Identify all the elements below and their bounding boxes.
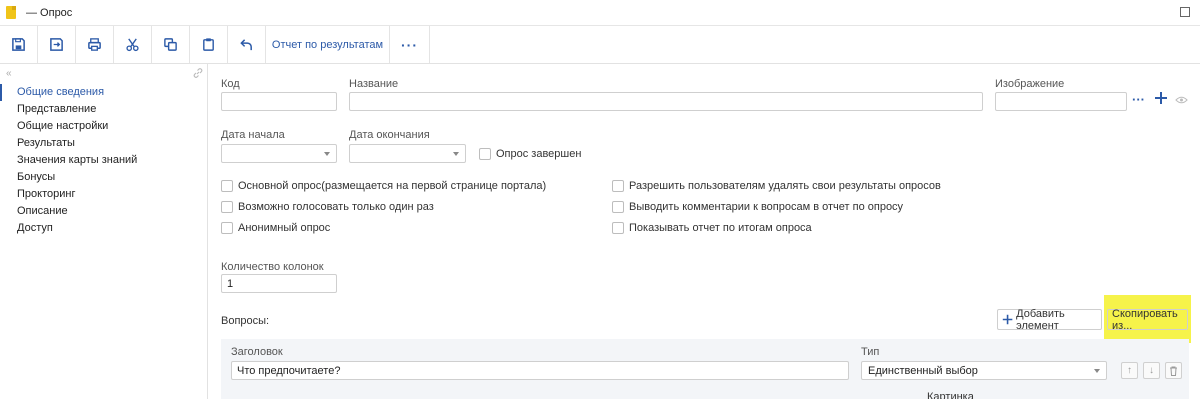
columns-input[interactable]: 1 bbox=[221, 274, 337, 293]
comments-report-checkbox[interactable] bbox=[612, 201, 624, 213]
sidebar-item-settings[interactable]: Общие настройки bbox=[0, 118, 207, 135]
code-label: Код bbox=[221, 78, 240, 90]
collapse-icon[interactable]: « bbox=[6, 68, 12, 79]
name-label: Название bbox=[349, 78, 399, 90]
save-icon bbox=[12, 38, 25, 51]
sidebar-item-results[interactable]: Результаты bbox=[0, 135, 207, 152]
cut-icon bbox=[126, 38, 139, 52]
paste-button[interactable] bbox=[190, 26, 228, 63]
comments-report-label: Выводить комментарии к вопросам в отчет … bbox=[629, 201, 904, 213]
delete-button[interactable] bbox=[1165, 362, 1182, 379]
add-image-icon[interactable] bbox=[1154, 91, 1168, 105]
move-up-button[interactable]: ↑ bbox=[1121, 362, 1138, 379]
end-date-label: Дата окончания bbox=[349, 129, 430, 141]
image-label: Изображение bbox=[995, 78, 1065, 90]
save-close-button[interactable] bbox=[38, 26, 76, 63]
name-input[interactable] bbox=[349, 92, 983, 111]
sidebar-item-access[interactable]: Доступ bbox=[0, 220, 207, 237]
undo-icon bbox=[240, 39, 252, 51]
anonymous-label: Анонимный опрос bbox=[238, 222, 331, 234]
more-button[interactable]: ··· bbox=[390, 26, 430, 63]
main-survey-label: Основной опрос(размещается на первой стр… bbox=[238, 180, 547, 192]
sidebar-item-general[interactable]: Общие сведения bbox=[0, 84, 207, 101]
copy-from-label: Скопировать из... bbox=[1112, 307, 1178, 332]
main-survey-checkbox[interactable] bbox=[221, 180, 233, 192]
chevron-down-icon bbox=[324, 152, 330, 156]
undo-button[interactable] bbox=[228, 26, 266, 63]
sidebar-nav: Общие сведения Представление Общие настр… bbox=[0, 84, 207, 237]
window-title: — Опрос bbox=[26, 7, 73, 19]
plus-icon bbox=[1002, 314, 1013, 325]
sidebar-item-description[interactable]: Описание bbox=[0, 203, 207, 220]
copy-button[interactable] bbox=[152, 26, 190, 63]
print-button[interactable] bbox=[76, 26, 114, 63]
start-date-select[interactable] bbox=[221, 144, 337, 163]
chevron-down-icon bbox=[453, 152, 459, 156]
cut-button[interactable] bbox=[114, 26, 152, 63]
image-input[interactable] bbox=[995, 92, 1127, 111]
paste-icon bbox=[203, 38, 214, 51]
print-icon bbox=[88, 38, 101, 51]
main-form: Код Название Изображение ··· Дата начала… bbox=[209, 64, 1200, 399]
anonymous-checkbox[interactable] bbox=[221, 222, 233, 234]
copy-from-button[interactable]: Скопировать из... bbox=[1107, 307, 1188, 332]
columns-label: Количество колонок bbox=[221, 261, 324, 273]
sidebar-item-knowledge-map[interactable]: Значения карты знаний bbox=[0, 152, 207, 169]
save-button[interactable] bbox=[0, 26, 38, 63]
image-more-button[interactable]: ··· bbox=[1132, 92, 1145, 107]
show-report-checkbox[interactable] bbox=[612, 222, 624, 234]
end-date-select[interactable] bbox=[349, 144, 466, 163]
add-element-button[interactable]: Добавить элемент bbox=[997, 307, 1102, 332]
allow-delete-label: Разрешить пользователям удалять свои рез… bbox=[629, 180, 941, 192]
question-title-input[interactable]: Что предпочитаете? bbox=[231, 361, 849, 380]
column-header-title: Заголовок bbox=[231, 346, 283, 358]
code-input[interactable] bbox=[221, 92, 337, 111]
toolbar: Отчет по результатам ··· bbox=[0, 26, 1200, 64]
document-icon bbox=[6, 6, 16, 19]
completed-label: Опрос завершен bbox=[496, 148, 582, 160]
sidebar-item-bonuses[interactable]: Бонусы bbox=[0, 169, 207, 186]
chevron-down-icon bbox=[1094, 369, 1100, 373]
questions-table: Заголовок Тип Что предпочитаете? Единств… bbox=[221, 339, 1189, 399]
question-type-value: Единственный выбор bbox=[868, 365, 978, 377]
title-bar: — Опрос bbox=[0, 0, 1200, 26]
sidebar-item-proctoring[interactable]: Прокторинг bbox=[0, 186, 207, 203]
column-header-type: Тип bbox=[861, 346, 880, 358]
show-report-label: Показывать отчет по итогам опроса bbox=[629, 222, 812, 234]
move-down-button[interactable]: ↓ bbox=[1143, 362, 1160, 379]
vote-once-label: Возможно голосовать только один раз bbox=[238, 201, 434, 213]
picture-label: Картинка bbox=[927, 391, 974, 399]
add-element-label: Добавить элемент bbox=[1016, 307, 1065, 332]
copy-icon bbox=[164, 38, 177, 51]
trash-icon bbox=[1170, 366, 1177, 376]
question-type-select[interactable]: Единственный выбор bbox=[861, 361, 1107, 380]
maximize-icon[interactable] bbox=[1180, 7, 1190, 17]
save-close-icon bbox=[50, 38, 63, 51]
questions-label: Вопросы: bbox=[221, 315, 270, 327]
sidebar-item-view[interactable]: Представление bbox=[0, 101, 207, 118]
link-icon[interactable] bbox=[192, 67, 204, 79]
report-button[interactable]: Отчет по результатам bbox=[266, 26, 390, 63]
completed-checkbox[interactable] bbox=[479, 148, 491, 160]
eye-icon[interactable] bbox=[1175, 96, 1188, 104]
sidebar: « Общие сведения Представление Общие нас… bbox=[0, 64, 208, 399]
vote-once-checkbox[interactable] bbox=[221, 201, 233, 213]
start-date-label: Дата начала bbox=[221, 129, 285, 141]
allow-delete-checkbox[interactable] bbox=[612, 180, 624, 192]
